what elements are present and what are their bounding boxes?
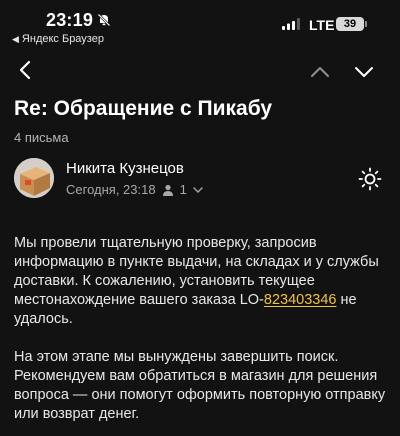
thread-count: 4 письма bbox=[14, 130, 69, 145]
status-bar: 23:19 ◀ Яндекс Браузер LTE 39 bbox=[0, 0, 400, 50]
avatar[interactable] bbox=[14, 158, 54, 198]
email-date: Сегодня, 23:18 bbox=[66, 182, 156, 197]
sender-name[interactable]: Никита Кузнецов bbox=[66, 160, 184, 177]
chevron-down-icon[interactable] bbox=[352, 60, 376, 84]
order-number-link[interactable]: 823403346 bbox=[264, 292, 337, 308]
chevron-up-icon[interactable] bbox=[308, 60, 332, 84]
chevron-left-icon[interactable] bbox=[14, 58, 38, 82]
back-app-label: Яндекс Браузер bbox=[21, 33, 104, 45]
body-paragraph-1: Мы провели тщательную проверку, запросив… bbox=[14, 234, 390, 329]
body-paragraph-2: На этом этапе мы вынуждены завершить пои… bbox=[14, 349, 386, 422]
status-time: 23:19 bbox=[46, 10, 94, 30]
person-icon bbox=[162, 184, 173, 196]
network-type: LTE bbox=[309, 17, 335, 33]
email-subject: Re: Обращение с Пикабу bbox=[14, 97, 273, 120]
email-meta[interactable]: Сегодня, 23:18 1 bbox=[66, 182, 203, 197]
battery-level: 39 bbox=[343, 18, 357, 30]
parcel-avatar-icon bbox=[14, 158, 54, 198]
battery-cap bbox=[365, 21, 367, 27]
sun-icon[interactable] bbox=[358, 167, 382, 191]
cellular-signal-icon bbox=[282, 18, 300, 30]
back-triangle-icon: ◀ bbox=[12, 33, 19, 44]
battery-icon: 39 bbox=[336, 17, 364, 31]
bell-slash-icon bbox=[97, 13, 111, 27]
back-to-app-link[interactable]: ◀ Яндекс Браузер bbox=[12, 33, 104, 45]
recipient-count: 1 bbox=[179, 182, 187, 197]
email-body: Мы провели тщательную проверку, запросив… bbox=[14, 234, 390, 436]
chevron-down-small-icon bbox=[193, 186, 203, 193]
